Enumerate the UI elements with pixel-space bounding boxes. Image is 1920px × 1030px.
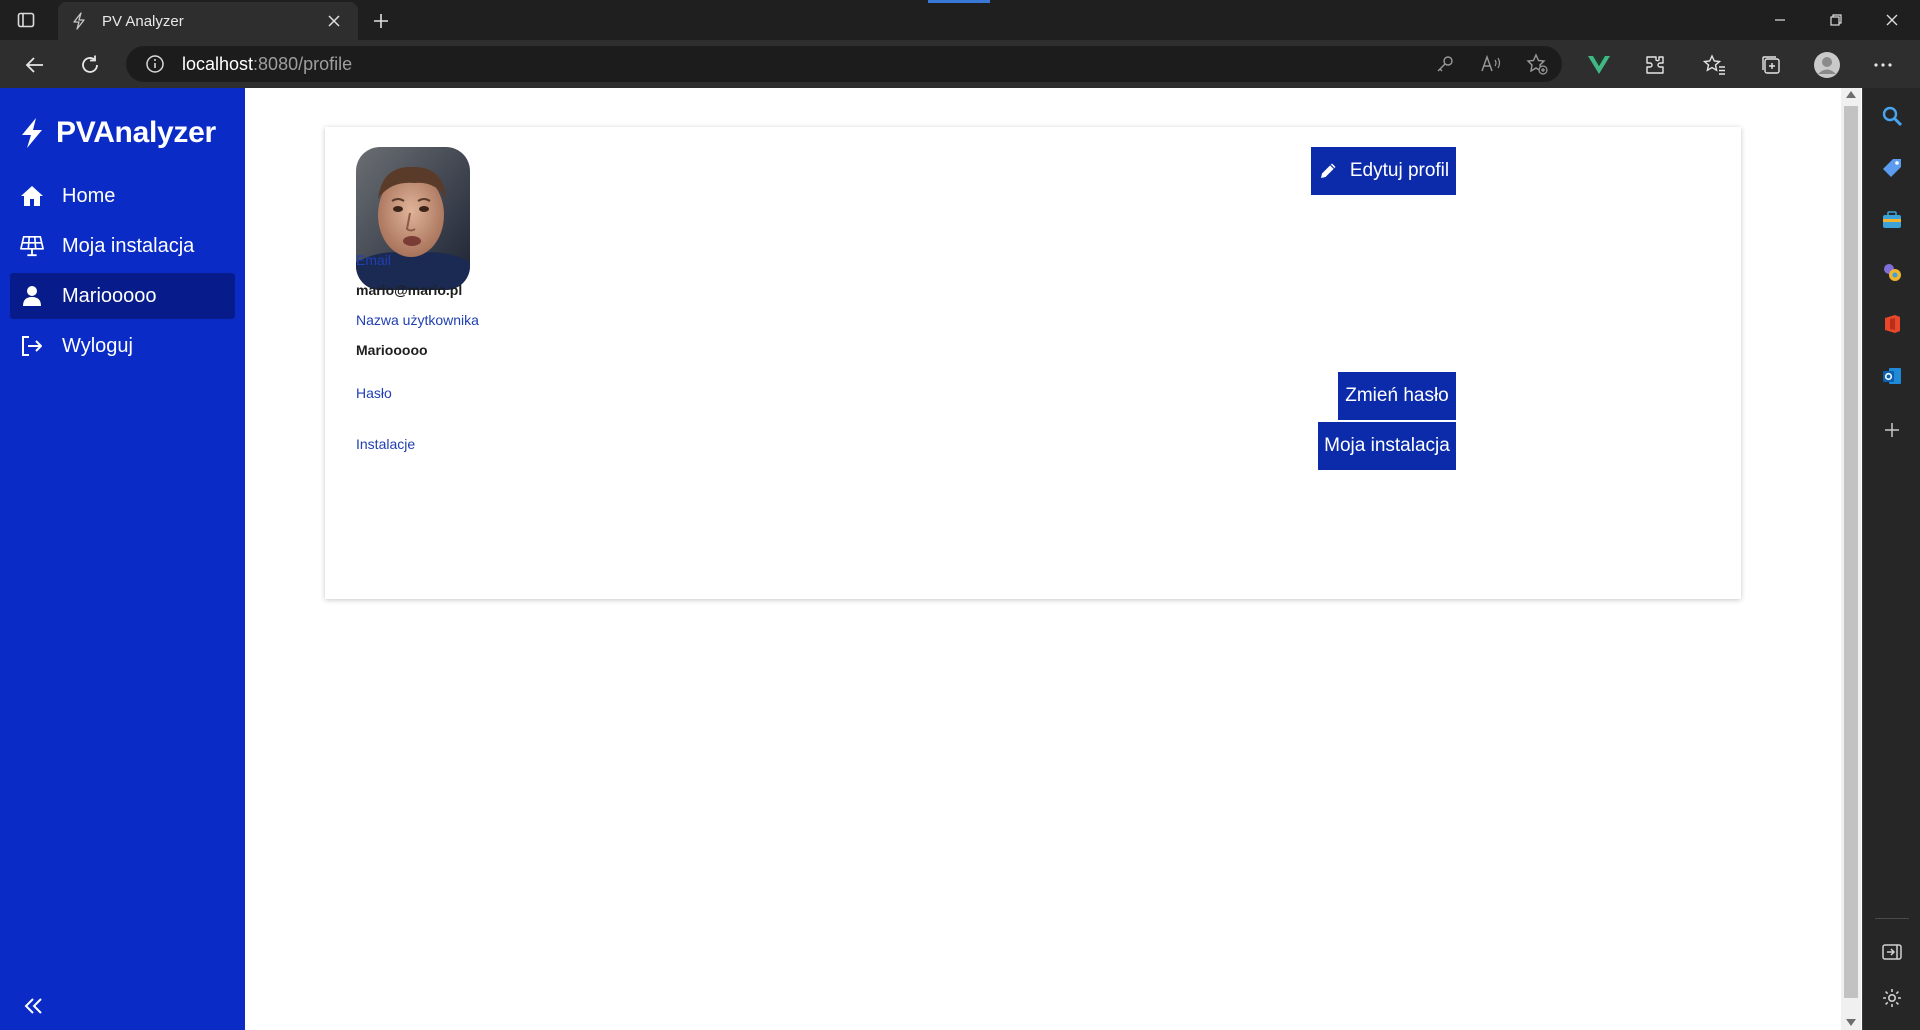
extensions-icon[interactable] — [1640, 50, 1670, 80]
sidebar-item-label: Home — [62, 184, 116, 207]
hide-sidebar-icon[interactable] — [1880, 940, 1904, 964]
sidebar-item-label: Moja instalacja — [62, 234, 195, 257]
tab-title: PV Analyzer — [102, 12, 184, 30]
sidebar-item-logout[interactable]: Wyloguj — [10, 323, 235, 369]
bolt-favicon-icon — [72, 12, 90, 30]
gear-icon[interactable] — [1880, 986, 1904, 1010]
add-favorite-icon[interactable] — [1526, 53, 1548, 75]
sidebar-item-label: Mariooooo — [62, 284, 157, 307]
browser-tab-bar: PV Analyzer — [0, 0, 1920, 40]
edit-profile-button[interactable]: Edytuj profil — [1311, 147, 1456, 195]
change-password-button[interactable]: Zmień hasło — [1338, 372, 1456, 420]
browser-toolbar: localhost:8080/profile — [0, 40, 1920, 88]
new-tab-button[interactable] — [368, 8, 394, 34]
scroll-down-icon[interactable] — [1846, 1019, 1856, 1026]
sidebar-separator — [1875, 918, 1909, 919]
settings-more-icon[interactable] — [1868, 50, 1898, 80]
brand-logo[interactable]: PVAnalyzer — [20, 116, 216, 150]
site-info-icon[interactable] — [144, 53, 166, 75]
add-sidebar-app-icon[interactable] — [1880, 418, 1904, 442]
outlook-icon[interactable] — [1880, 364, 1904, 388]
password-key-icon[interactable] — [1434, 53, 1456, 75]
scrollbar-thumb[interactable] — [1844, 106, 1858, 998]
edge-sidebar — [1862, 88, 1920, 1030]
collapse-sidebar-icon[interactable] — [22, 994, 46, 1018]
close-window-button[interactable] — [1864, 0, 1920, 40]
avatar — [356, 147, 470, 290]
profile-card: Edytuj profil Email mario@mario.pl Nazwa… — [325, 127, 1741, 599]
tab-indicator — [928, 0, 990, 3]
edit-profile-label: Edytuj profil — [1349, 160, 1450, 181]
shopping-tag-icon[interactable] — [1880, 156, 1904, 180]
app-sidebar: PVAnalyzer Home Moja instalacja Marioooo… — [0, 88, 245, 1030]
bolt-icon — [20, 117, 46, 149]
read-aloud-icon[interactable] — [1480, 53, 1502, 75]
sidebar-item-home[interactable]: Home — [10, 173, 235, 219]
back-icon[interactable] — [20, 50, 50, 80]
sidebar-nav: Home Moja instalacja Mariooooo Wyloguj — [10, 173, 235, 373]
username-label: Nazwa użytkownika — [356, 312, 479, 328]
tab-actions-icon[interactable] — [14, 8, 38, 32]
close-tab-icon[interactable] — [324, 11, 344, 31]
collections-icon[interactable] — [1756, 50, 1786, 80]
tools-briefcase-icon[interactable] — [1880, 208, 1904, 232]
search-icon[interactable] — [1880, 104, 1904, 128]
username-value: Mariooooo — [356, 342, 428, 358]
address-bar[interactable]: localhost:8080/profile — [126, 46, 1562, 82]
page-scrollbar[interactable] — [1841, 88, 1861, 1030]
scroll-up-icon[interactable] — [1846, 91, 1856, 98]
refresh-icon[interactable] — [75, 50, 105, 80]
pencil-icon — [1318, 161, 1338, 181]
vue-devtools-icon[interactable] — [1584, 50, 1614, 80]
minimize-button[interactable] — [1752, 0, 1808, 40]
favorites-icon[interactable] — [1700, 50, 1730, 80]
password-label: Hasło — [356, 385, 392, 401]
my-installation-button[interactable]: Moja instalacja — [1318, 422, 1456, 470]
url-text: localhost:8080/profile — [182, 53, 353, 74]
profile-avatar-icon[interactable] — [1812, 50, 1842, 80]
email-value: mario@mario.pl — [356, 282, 463, 298]
home-icon — [20, 184, 44, 208]
email-label: Email — [356, 252, 392, 268]
browser-tab[interactable]: PV Analyzer — [58, 2, 358, 40]
games-icon[interactable] — [1880, 260, 1904, 284]
installations-label: Instalacje — [356, 436, 416, 452]
solar-panel-icon — [20, 234, 44, 258]
restore-button[interactable] — [1808, 0, 1864, 40]
user-icon — [20, 284, 44, 308]
sidebar-item-profile[interactable]: Mariooooo — [10, 273, 235, 319]
logout-icon — [20, 334, 44, 358]
office-icon[interactable] — [1880, 312, 1904, 336]
sidebar-item-label: Wyloguj — [62, 334, 133, 357]
sidebar-item-installation[interactable]: Moja instalacja — [10, 223, 235, 269]
brand-name: PVAnalyzer — [56, 116, 216, 149]
